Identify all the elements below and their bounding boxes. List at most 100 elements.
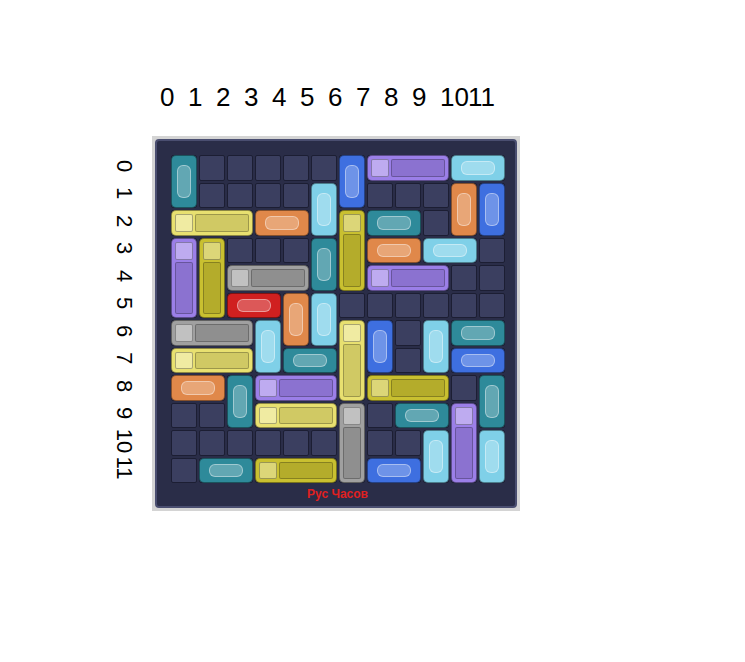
car[interactable] bbox=[311, 238, 337, 291]
vehicle-window bbox=[455, 407, 473, 425]
truck[interactable] bbox=[339, 403, 365, 484]
truck-cargo bbox=[203, 262, 221, 315]
car[interactable] bbox=[479, 430, 505, 483]
car[interactable] bbox=[227, 375, 253, 428]
car[interactable] bbox=[171, 375, 225, 401]
truck-cargo bbox=[195, 352, 249, 370]
car[interactable] bbox=[339, 155, 365, 208]
vehicle-window bbox=[317, 303, 331, 336]
car[interactable] bbox=[367, 458, 421, 484]
truck[interactable] bbox=[227, 265, 309, 291]
board-cell bbox=[283, 238, 309, 264]
car[interactable] bbox=[451, 348, 505, 374]
board-cell bbox=[479, 238, 505, 264]
car[interactable] bbox=[255, 320, 281, 373]
vehicle-window bbox=[377, 464, 411, 478]
vehicle-window bbox=[209, 464, 243, 478]
truck[interactable] bbox=[367, 155, 449, 181]
car[interactable] bbox=[227, 293, 281, 319]
truck[interactable] bbox=[255, 458, 337, 484]
column-label: 10 bbox=[440, 84, 468, 114]
column-labels: 01234567891011 bbox=[160, 84, 745, 114]
board-cell bbox=[479, 293, 505, 319]
column-label: 9 bbox=[412, 84, 440, 114]
vehicle-window bbox=[345, 165, 359, 198]
vehicle-window bbox=[485, 193, 499, 226]
car[interactable] bbox=[367, 210, 421, 236]
vehicle-window bbox=[461, 354, 495, 368]
truck[interactable] bbox=[171, 320, 253, 346]
column-label: 7 bbox=[356, 84, 384, 114]
car[interactable] bbox=[451, 155, 505, 181]
car[interactable] bbox=[283, 348, 337, 374]
vehicle-window bbox=[175, 214, 193, 232]
car[interactable] bbox=[171, 155, 197, 208]
column-label: 8 bbox=[384, 84, 412, 114]
board-cell bbox=[311, 430, 337, 456]
board-cell bbox=[451, 265, 477, 291]
car[interactable] bbox=[367, 320, 393, 373]
vehicle-window bbox=[343, 324, 361, 342]
car[interactable] bbox=[423, 238, 477, 264]
vehicle-window bbox=[237, 299, 271, 313]
truck[interactable] bbox=[171, 210, 253, 236]
truck-cargo bbox=[195, 214, 249, 232]
board-cell bbox=[255, 183, 281, 209]
board-cell bbox=[171, 458, 197, 484]
row-label: 11 bbox=[113, 457, 135, 480]
board-cell bbox=[367, 293, 393, 319]
row-label: 6 bbox=[113, 325, 135, 337]
board-cell bbox=[395, 293, 421, 319]
truck-cargo bbox=[391, 269, 445, 287]
vehicle-window bbox=[457, 193, 471, 226]
truck[interactable] bbox=[367, 375, 449, 401]
column-label: 5 bbox=[300, 84, 328, 114]
row-label: 8 bbox=[113, 380, 135, 392]
car[interactable] bbox=[423, 430, 449, 483]
truck-cargo bbox=[279, 407, 333, 425]
board-cell bbox=[171, 403, 197, 429]
board-cell bbox=[367, 403, 393, 429]
truck[interactable] bbox=[171, 348, 253, 374]
row-label: 3 bbox=[113, 242, 135, 254]
car[interactable] bbox=[451, 183, 477, 236]
column-label: 0 bbox=[160, 84, 188, 114]
truck[interactable] bbox=[199, 238, 225, 319]
car[interactable] bbox=[199, 458, 253, 484]
vehicle-window bbox=[371, 269, 389, 287]
board-cell bbox=[395, 320, 421, 346]
truck[interactable] bbox=[339, 320, 365, 401]
truck[interactable] bbox=[367, 265, 449, 291]
car[interactable] bbox=[311, 293, 337, 346]
car[interactable] bbox=[367, 238, 421, 264]
board-cell bbox=[451, 293, 477, 319]
truck[interactable] bbox=[255, 403, 337, 429]
row-label: 0 bbox=[113, 160, 135, 172]
truck[interactable] bbox=[339, 210, 365, 291]
car[interactable] bbox=[479, 183, 505, 236]
truck[interactable] bbox=[451, 403, 477, 484]
column-label: 6 bbox=[328, 84, 356, 114]
truck[interactable] bbox=[255, 375, 337, 401]
row-label: 1 bbox=[113, 187, 135, 199]
truck-cargo bbox=[343, 427, 361, 480]
car[interactable] bbox=[423, 320, 449, 373]
car[interactable] bbox=[255, 210, 309, 236]
car[interactable] bbox=[451, 320, 505, 346]
vehicle-window bbox=[343, 407, 361, 425]
vehicle-window bbox=[433, 244, 467, 258]
car[interactable] bbox=[395, 403, 449, 429]
board-cell bbox=[395, 430, 421, 456]
row-labels: 01234567891011 bbox=[96, 136, 152, 511]
car[interactable] bbox=[311, 183, 337, 236]
board-cell bbox=[227, 238, 253, 264]
row-label: 10 bbox=[113, 429, 135, 453]
board-cell bbox=[367, 183, 393, 209]
car[interactable] bbox=[283, 293, 309, 346]
vehicle-window bbox=[261, 330, 275, 363]
vehicle-window bbox=[317, 193, 331, 226]
truck[interactable] bbox=[171, 238, 197, 319]
vehicle-window bbox=[317, 248, 331, 281]
board-cell bbox=[283, 430, 309, 456]
car[interactable] bbox=[479, 375, 505, 428]
